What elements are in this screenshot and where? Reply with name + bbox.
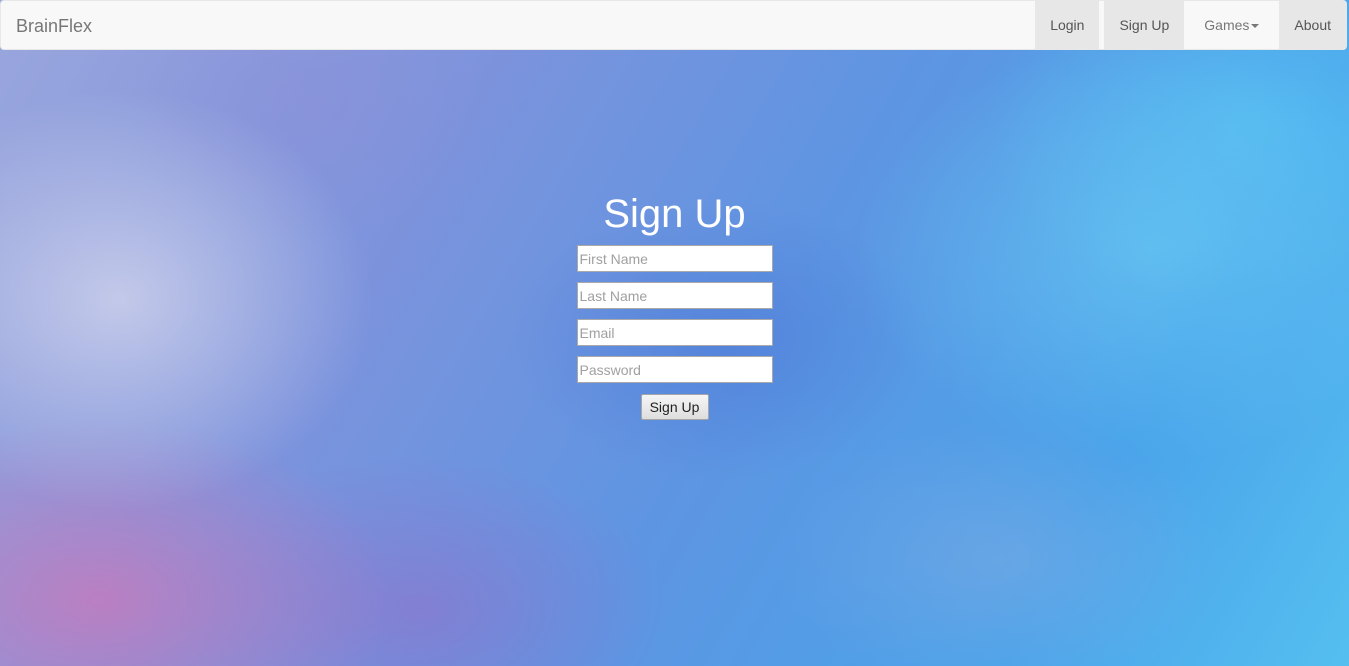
nav-games-dropdown[interactable]: Games <box>1189 1 1274 49</box>
caret-down-icon <box>1251 24 1260 29</box>
signup-form: Sign Up Sign Up <box>0 190 1349 420</box>
nav-login[interactable]: Login <box>1035 1 1100 49</box>
first-name-input[interactable] <box>576 245 773 272</box>
password-input[interactable] <box>576 356 773 383</box>
top-navbar: BrainFlex Login Sign Up Games About <box>0 0 1347 50</box>
nav-menu: Login Sign Up Games About <box>1030 1 1346 49</box>
page-title: Sign Up <box>603 192 746 236</box>
nav-games-label: Games <box>1204 17 1250 33</box>
signup-submit-button[interactable]: Sign Up <box>640 394 709 420</box>
brand-link[interactable]: BrainFlex <box>16 1 92 51</box>
nav-signup[interactable]: Sign Up <box>1104 1 1185 49</box>
last-name-input[interactable] <box>576 282 773 309</box>
nav-about[interactable]: About <box>1279 1 1346 49</box>
email-input[interactable] <box>576 319 773 346</box>
